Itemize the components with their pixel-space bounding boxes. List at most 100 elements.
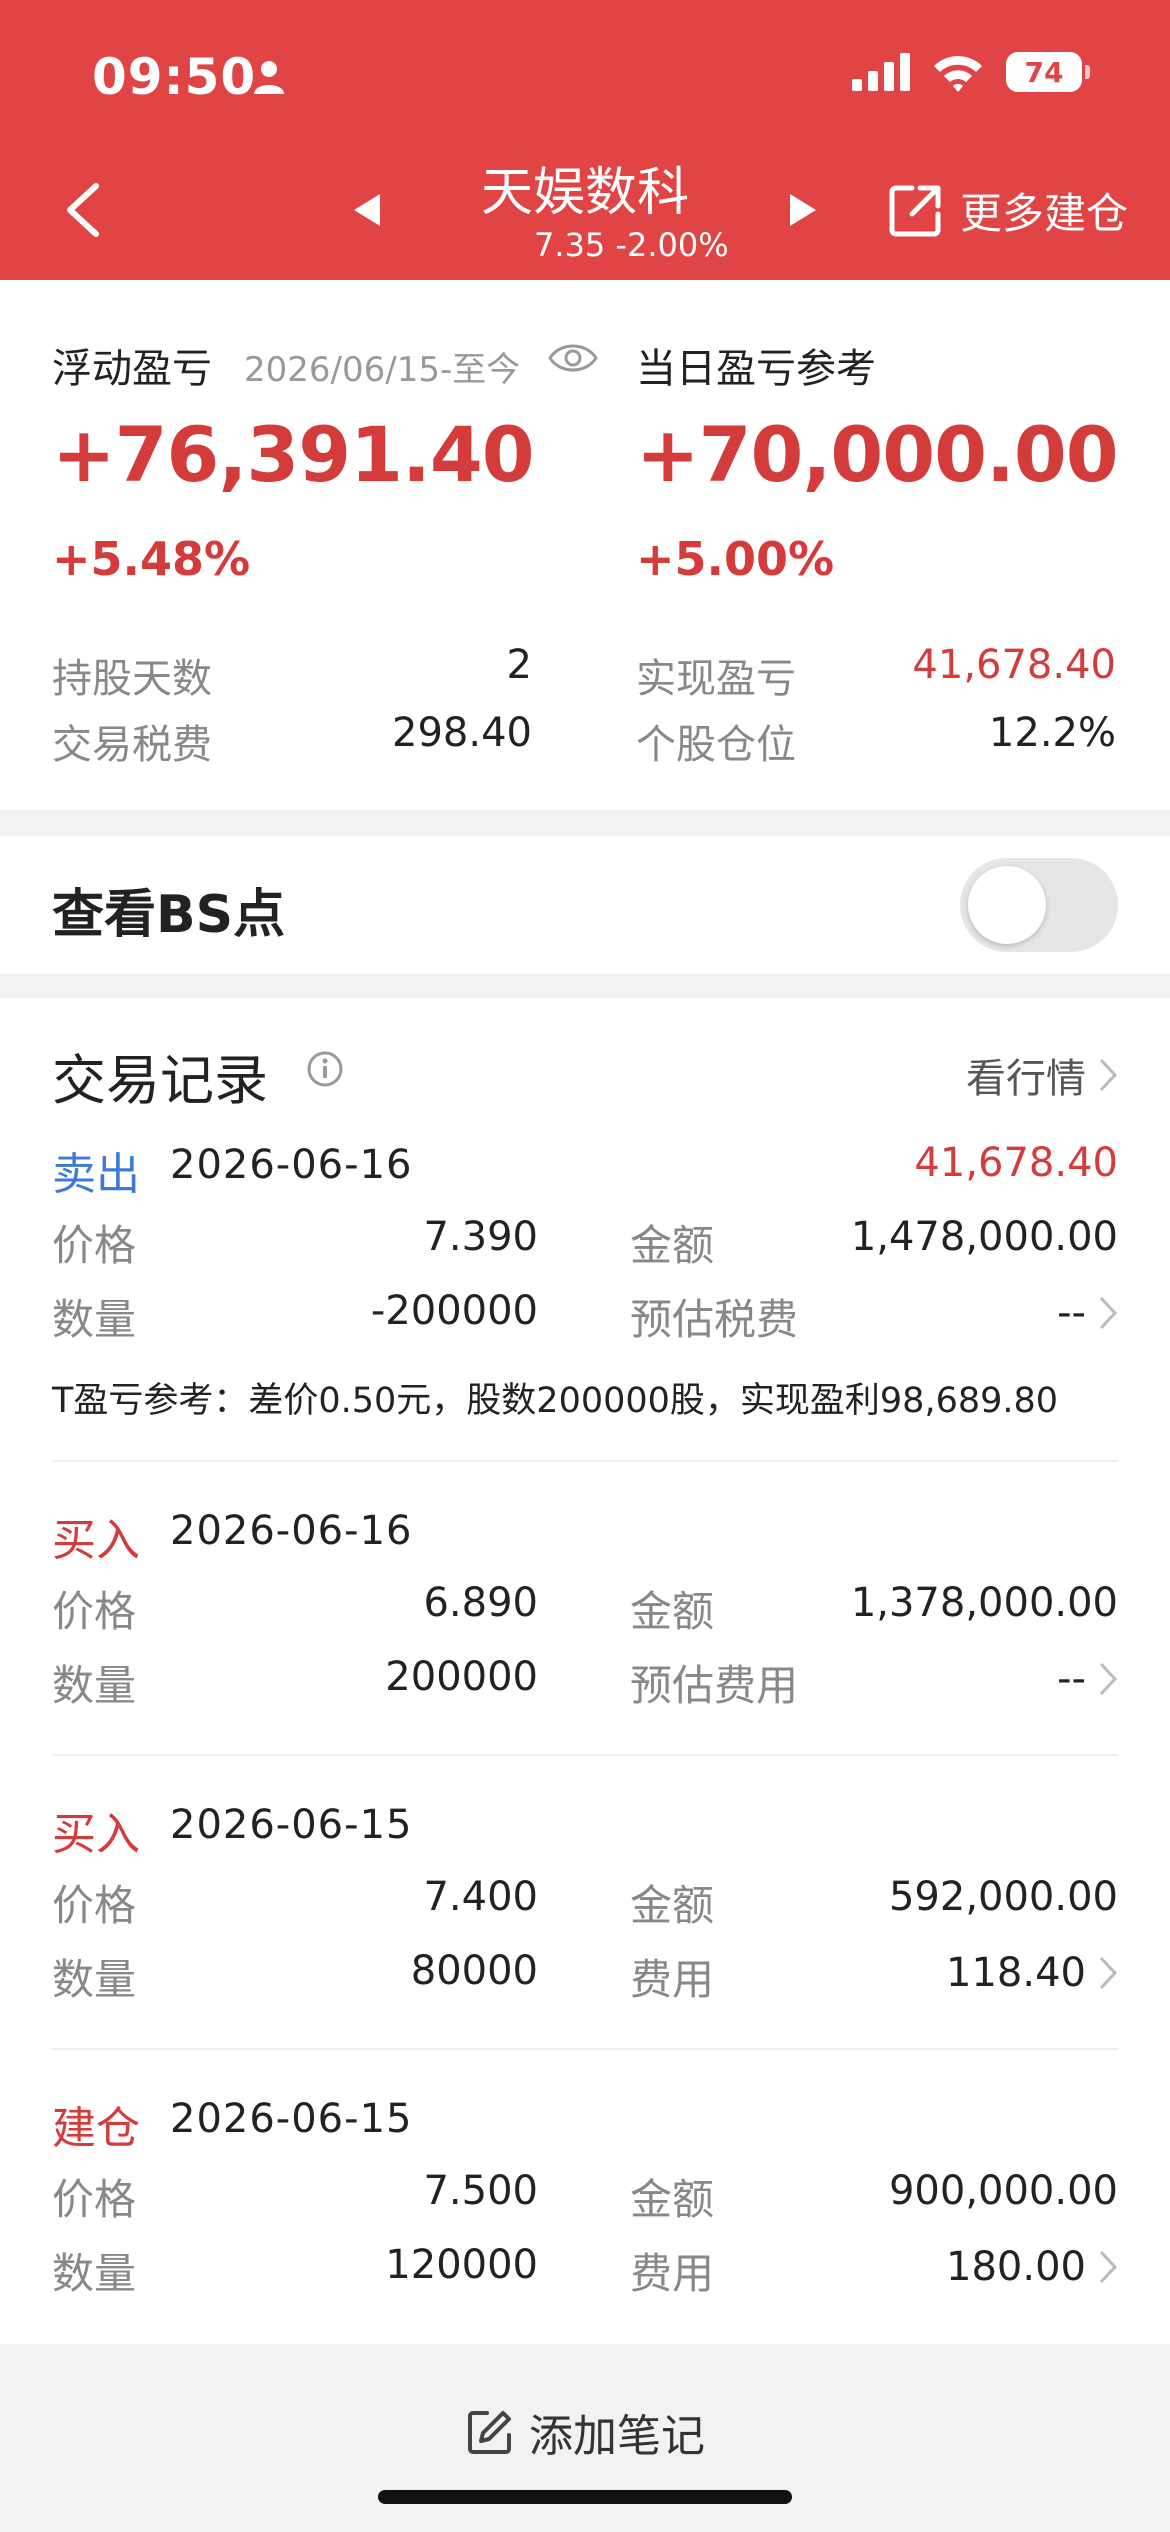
edit-icon [468, 2411, 511, 2454]
fee-detail-link[interactable]: -- [1057, 1656, 1118, 1702]
divider [52, 1754, 1118, 1756]
amount-value: 900,000.00 [888, 2168, 1118, 2214]
hold-days-label: 持股天数 [52, 656, 212, 702]
info-icon[interactable] [306, 1050, 344, 1088]
record-date: 2026-06-16 [170, 1508, 413, 1554]
fee-detail-link[interactable]: 180.00 [946, 2244, 1118, 2290]
price-label: 价格 [52, 2175, 137, 2224]
records-section: 交易记录 看行情 卖出 2026-06-16 41,678.40 价格 7.39… [0, 998, 1170, 2344]
fee-label: 预估税费 [630, 1295, 799, 1344]
stock-price: 7.35 [534, 226, 606, 264]
record-type: 建仓 [52, 2103, 140, 2154]
chevron-right-icon [1099, 1058, 1118, 1092]
float-pl-label: 浮动盈亏 [52, 346, 212, 392]
home-indicator [378, 2490, 792, 2504]
price-value: 7.400 [423, 1874, 538, 1920]
tax-label: 交易税费 [52, 722, 212, 768]
qty-label: 数量 [52, 1661, 137, 1710]
float-pl-range: 2026/06/15-至今 [244, 350, 521, 390]
t-profit-note: T盈亏参考：差价0.50元，股数200000股，实现盈利98,689.80 [52, 1381, 1059, 1421]
fee-value: -- [1057, 1290, 1086, 1336]
daily-pl-value: +70,000.00 [636, 410, 1119, 499]
wifi-icon [934, 56, 982, 92]
qty-label: 数量 [52, 1295, 137, 1344]
amount-value: 1,378,000.00 [850, 1580, 1118, 1626]
position-label: 个股仓位 [636, 722, 796, 768]
fee-label: 预估费用 [630, 1661, 799, 1710]
chevron-right-icon [1099, 1956, 1118, 1990]
amount-label: 金额 [630, 1587, 715, 1636]
record-profit: 41,678.40 [914, 1140, 1118, 1186]
position-value: 12.2% [988, 710, 1116, 756]
fee-detail-link[interactable]: 118.40 [946, 1950, 1118, 1996]
qty-label: 数量 [52, 2249, 137, 2298]
view-market-link[interactable]: 看行情 [966, 1046, 1118, 1104]
chevron-right-icon [1099, 1662, 1118, 1696]
amount-label: 金额 [630, 2175, 715, 2224]
realized-label: 实现盈亏 [636, 656, 796, 702]
fee-label: 费用 [630, 1955, 715, 2004]
add-note-button[interactable]: 添加笔记 [0, 2400, 1170, 2464]
fee-value: 118.40 [946, 1950, 1086, 1996]
qty-value: 120000 [385, 2242, 538, 2288]
record-type: 卖出 [52, 1149, 140, 1200]
price-label: 价格 [52, 1587, 137, 1636]
price-value: 6.890 [423, 1580, 538, 1626]
qty-label: 数量 [52, 1955, 137, 2004]
price-label: 价格 [52, 1221, 137, 1270]
records-title: 交易记录 [52, 1049, 268, 1112]
stock-quote: 7.35 -2.00% [534, 226, 729, 264]
record-date: 2026-06-15 [170, 1802, 413, 1848]
top-bar: 09:50 74 天娱数科 7.35 -2.00% 更多建仓 [0, 0, 1170, 280]
summary-card: 浮动盈亏 2026/06/15-至今 当日盈亏参考 +76,391.40 +70… [0, 280, 1170, 810]
more-position-label: 更多建仓 [959, 189, 1128, 238]
fee-detail-link[interactable]: -- [1057, 1290, 1118, 1336]
fee-label: 费用 [630, 2249, 715, 2298]
battery-icon: 74 [1006, 52, 1090, 92]
price-value: 7.500 [423, 2168, 538, 2214]
daily-pl-pct: +5.00% [636, 532, 835, 586]
price-label: 价格 [52, 1881, 137, 1930]
fee-value: -- [1057, 1656, 1086, 1702]
qty-value: -200000 [370, 1288, 538, 1334]
float-pl-value: +76,391.40 [52, 410, 535, 499]
record-type: 买入 [52, 1515, 140, 1566]
view-market-label: 看行情 [966, 1056, 1086, 1102]
status-icons: 74 [852, 52, 1090, 92]
realized-value: 41,678.40 [912, 642, 1116, 688]
stock-change: -2.00% [615, 226, 729, 264]
chevron-right-icon [1099, 2250, 1118, 2284]
amount-label: 金额 [630, 1881, 715, 1930]
qty-value: 200000 [385, 1654, 538, 1700]
status-time: 09:50 [92, 48, 257, 106]
amount-value: 1,478,000.00 [850, 1214, 1118, 1260]
bs-toggle-switch[interactable] [960, 858, 1118, 952]
divider [52, 1460, 1118, 1462]
daily-pl-label: 当日盈亏参考 [636, 346, 876, 392]
section-gap [0, 810, 1170, 836]
add-note-label: 添加笔记 [529, 2411, 705, 2462]
bs-toggle-label: 查看BS点 [52, 885, 286, 945]
hold-days-value: 2 [506, 642, 532, 688]
more-position-button[interactable]: 更多建仓 [886, 180, 1128, 241]
record-date: 2026-06-15 [170, 2096, 413, 2142]
chevron-right-icon [1099, 1296, 1118, 1330]
eye-icon[interactable] [548, 340, 598, 376]
fee-value: 180.00 [946, 2244, 1086, 2290]
section-gap [0, 974, 1170, 998]
record-date: 2026-06-16 [170, 1142, 413, 1188]
tax-value: 298.40 [392, 710, 532, 756]
price-value: 7.390 [423, 1214, 538, 1260]
next-stock-icon[interactable] [788, 192, 818, 228]
external-link-icon [889, 185, 941, 236]
toggle-knob [968, 866, 1046, 944]
record-type: 买入 [52, 1809, 140, 1860]
float-pl-pct: +5.48% [52, 532, 251, 586]
divider [52, 2048, 1118, 2050]
person-icon [254, 61, 284, 94]
amount-label: 金额 [630, 1221, 715, 1270]
signal-icon [852, 53, 910, 91]
amount-value: 592,000.00 [888, 1874, 1118, 1920]
qty-value: 80000 [410, 1948, 538, 1994]
battery-level: 74 [1006, 52, 1082, 92]
